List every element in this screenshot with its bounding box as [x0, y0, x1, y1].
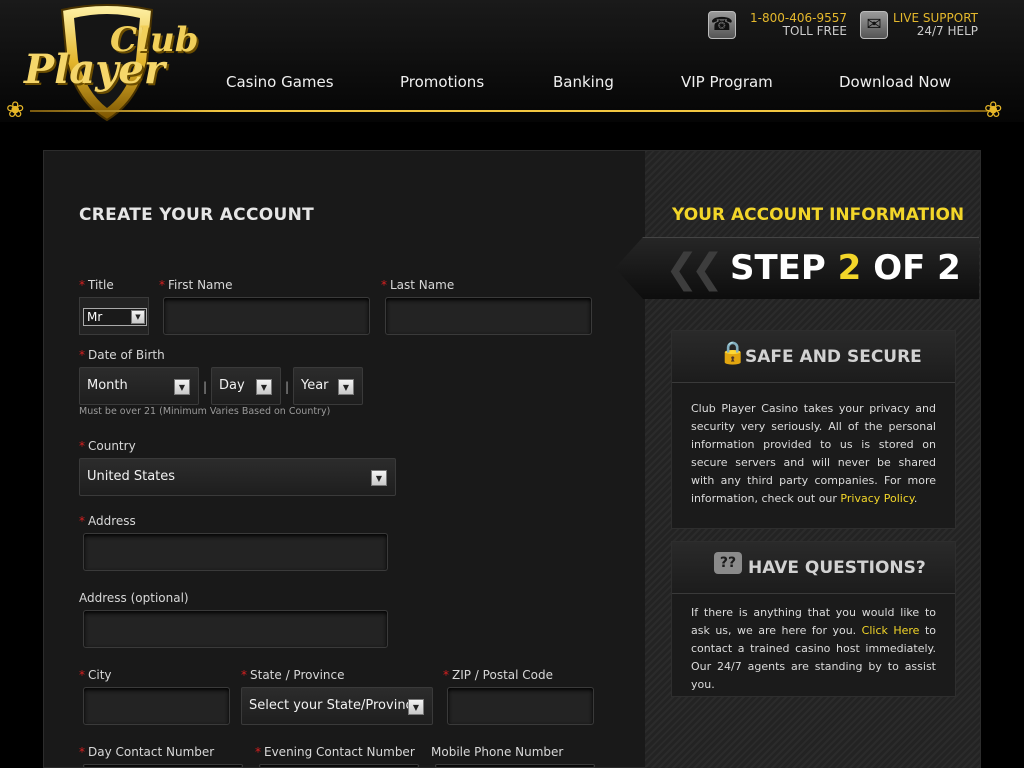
fleur-left-icon: ❀: [6, 98, 25, 123]
phone-number[interactable]: 1-800-406-9557: [742, 11, 847, 25]
site-header: Club Player Casino Games Promotions Bank…: [0, 0, 1024, 122]
evening-phone-label: * Evening Contact Number: [255, 745, 415, 759]
safe-secure-box: 🔒 SAFE AND SECURE Club Player Casino tak…: [671, 330, 956, 529]
form-title: CREATE YOUR ACCOUNT: [79, 205, 315, 225]
nav-casino-games[interactable]: Casino Games: [226, 73, 334, 91]
city-input[interactable]: [83, 687, 230, 725]
click-here-link[interactable]: Click Here: [862, 624, 920, 637]
day-phone-input[interactable]: [83, 764, 243, 768]
lock-icon: 🔒: [719, 341, 747, 366]
nav-vip-program[interactable]: VIP Program: [681, 73, 773, 91]
country-select[interactable]: United States ▼: [79, 458, 396, 496]
dob-day-select[interactable]: Day ▼: [211, 367, 281, 405]
state-select-value: Select your State/Province: [249, 698, 421, 713]
day-phone-label: * Day Contact Number: [79, 745, 215, 759]
questions-title: HAVE QUESTIONS?: [748, 558, 926, 578]
last-name-label: * Last Name: [381, 278, 455, 292]
double-chevron-left-icon: ❮❮: [665, 246, 724, 292]
country-label: * Country: [79, 439, 136, 453]
state-label: * State / Province: [241, 668, 345, 682]
zip-label: * ZIP / Postal Code: [443, 668, 553, 682]
privacy-policy-link[interactable]: Privacy Policy: [840, 492, 913, 505]
address-label: * Address: [79, 514, 136, 528]
address-input[interactable]: [83, 533, 388, 571]
chevron-down-icon[interactable]: ▼: [174, 379, 190, 395]
dob-separator: |: [285, 380, 290, 394]
dob-hint: Must be over 21 (Minimum Varies Based on…: [79, 406, 331, 417]
safe-secure-title: SAFE AND SECURE: [745, 347, 922, 367]
chevron-down-icon[interactable]: ▼: [256, 379, 272, 395]
step-current: 2: [837, 248, 862, 288]
dob-year-select[interactable]: Year ▼: [293, 367, 363, 405]
questions-text: If there is anything that you would like…: [691, 606, 936, 691]
first-name-input[interactable]: [163, 297, 370, 335]
nav-promotions[interactable]: Promotions: [400, 73, 484, 91]
nav-download-now[interactable]: Download Now: [839, 73, 951, 91]
toll-free-label: TOLL FREE: [782, 24, 847, 38]
state-select[interactable]: Select your State/Province ▼: [241, 687, 433, 725]
evening-phone-input[interactable]: [259, 764, 419, 768]
chevron-down-icon[interactable]: ▼: [408, 699, 424, 715]
dob-label: * Date of Birth: [79, 348, 165, 362]
last-name-input[interactable]: [385, 297, 592, 335]
nav-banking[interactable]: Banking: [553, 73, 614, 91]
city-label: * City: [79, 668, 112, 682]
title-select[interactable]: Mr ▼: [79, 297, 149, 335]
step-indicator: STEP 2 OF 2: [730, 248, 961, 288]
safe-secure-text: Club Player Casino takes your privacy an…: [691, 402, 936, 505]
header-gold-line: [30, 110, 994, 112]
title-select-value: Mr: [87, 310, 103, 324]
dob-day-value: Day: [219, 378, 245, 393]
title-select-box[interactable]: Mr ▼: [83, 308, 147, 326]
question-bubble-icon: ??: [714, 552, 742, 574]
mail-icon[interactable]: ✉: [860, 11, 888, 39]
title-label: * Title: [79, 278, 114, 292]
zip-input[interactable]: [447, 687, 594, 725]
live-support-link[interactable]: LIVE SUPPORT: [890, 11, 978, 25]
dob-month-select[interactable]: Month ▼: [79, 367, 199, 405]
help-label: 24/7 HELP: [916, 24, 978, 38]
phone-icon[interactable]: ☎: [708, 11, 736, 39]
dob-month-value: Month: [87, 378, 128, 393]
logo-text-player: Player: [24, 46, 165, 93]
address2-label: Address (optional): [79, 591, 189, 605]
country-select-value: United States: [87, 469, 176, 484]
questions-box: ?? HAVE QUESTIONS? If there is anything …: [671, 541, 956, 697]
chevron-down-icon[interactable]: ▼: [338, 379, 354, 395]
dob-separator: |: [203, 380, 208, 394]
account-info-heading: YOUR ACCOUNT INFORMATION: [672, 205, 965, 225]
chevron-down-icon[interactable]: ▼: [131, 310, 145, 324]
first-name-label: * First Name: [159, 278, 233, 292]
fleur-right-icon: ❀: [984, 98, 1003, 123]
address2-input[interactable]: [83, 610, 388, 648]
dob-year-value: Year: [301, 378, 329, 393]
mobile-phone-label: Mobile Phone Number: [431, 745, 564, 759]
mobile-phone-input[interactable]: [435, 764, 595, 768]
chevron-down-icon[interactable]: ▼: [371, 470, 387, 486]
club-player-logo[interactable]: Club Player: [22, 2, 198, 124]
